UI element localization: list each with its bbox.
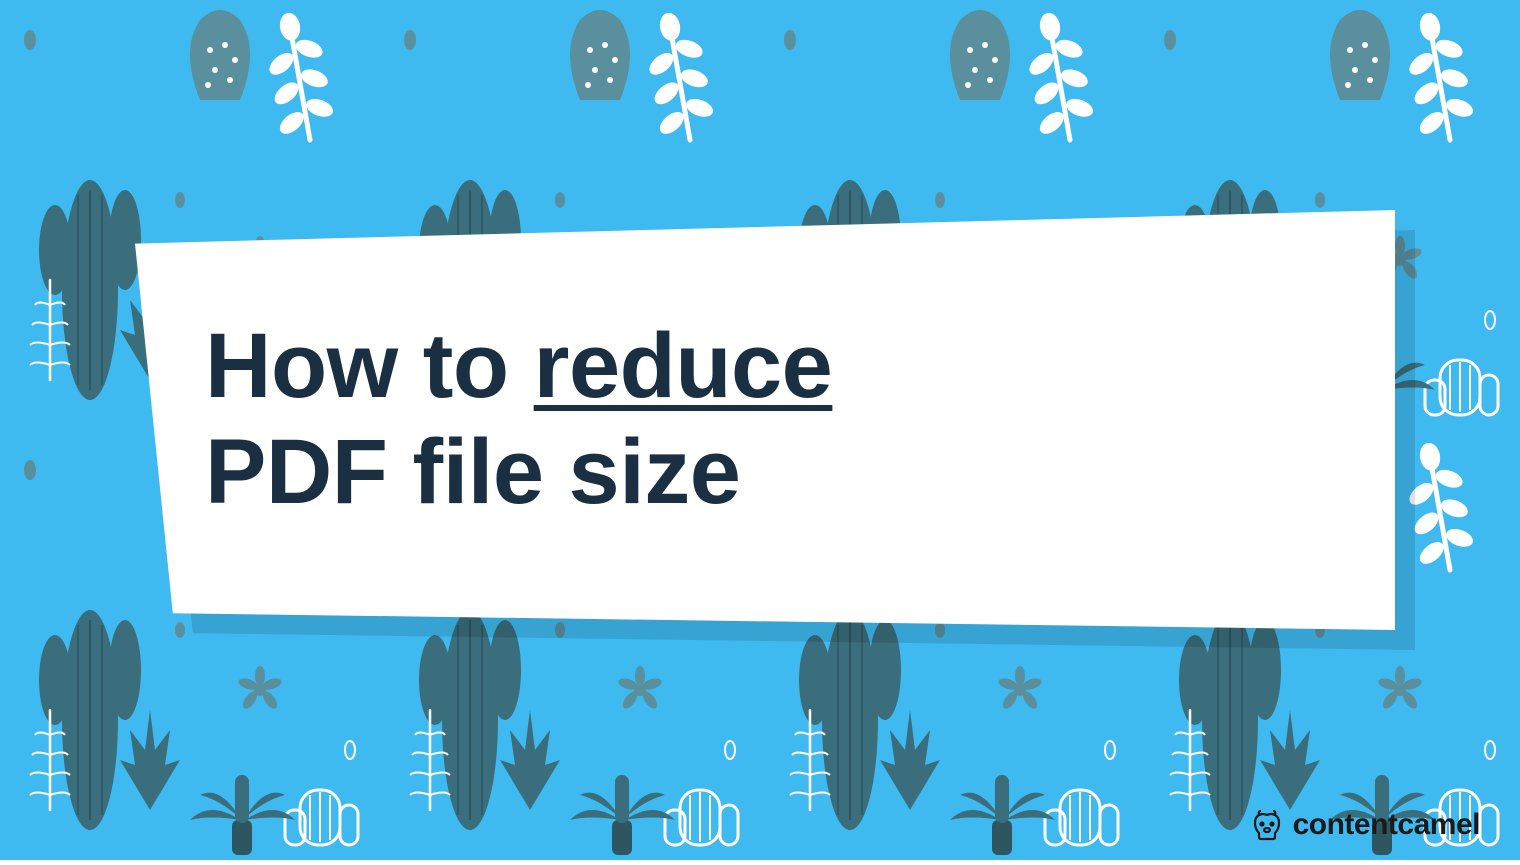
headline-prefix: How to (205, 315, 534, 417)
headline: How to reduce PDF file size (205, 314, 832, 526)
brand-name-part1: content (1293, 808, 1398, 841)
brand-logo: contentcamel (1249, 808, 1480, 842)
headline-underlined: reduce (534, 315, 833, 417)
brand-name-part2: camel (1397, 808, 1480, 841)
title-card: How to reduce PDF file size (135, 210, 1395, 630)
headline-line2: PDF file size (205, 421, 740, 523)
camel-icon (1249, 809, 1285, 841)
brand-name: contentcamel (1293, 808, 1480, 842)
